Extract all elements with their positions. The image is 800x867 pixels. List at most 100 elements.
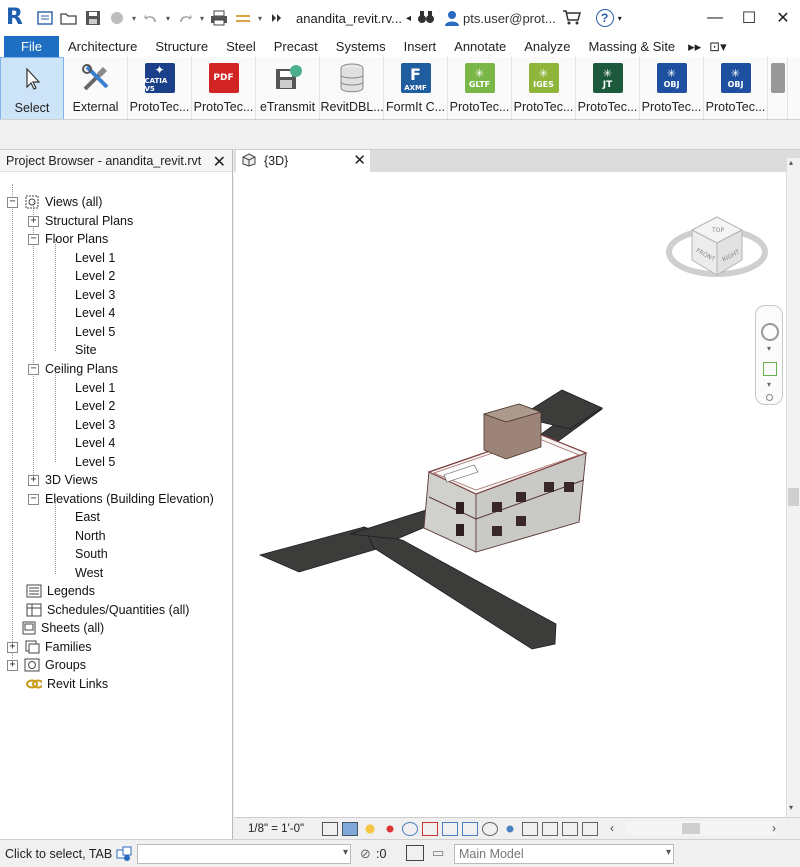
collapse-icon[interactable]: − xyxy=(28,233,39,245)
undo-icon[interactable] xyxy=(140,7,162,29)
tree-ceiling-level-5[interactable]: Level 5 xyxy=(75,453,115,471)
collapse-icon[interactable]: − xyxy=(7,196,18,208)
nav-options-icon[interactable] xyxy=(766,394,773,401)
tree-views-all[interactable]: − Views (all) xyxy=(7,193,102,211)
steering-wheel-icon[interactable] xyxy=(761,323,779,341)
tree-schedules[interactable]: Schedules/Quantities (all) xyxy=(26,601,189,619)
tree-families[interactable]: + Families xyxy=(7,638,92,656)
horizontal-scroll-thumb[interactable] xyxy=(682,823,700,834)
measure-dropdown-icon[interactable]: ▾ xyxy=(256,14,264,23)
more-export-button[interactable] xyxy=(768,57,788,119)
horizontal-scrollbar[interactable] xyxy=(626,821,776,835)
help-icon[interactable]: ? xyxy=(595,9,614,27)
cart-icon[interactable] xyxy=(562,9,582,28)
redo-icon[interactable] xyxy=(174,7,196,29)
jt-export-button[interactable]: ✳ JT ProtoTec... xyxy=(576,57,640,119)
shadows-icon[interactable] xyxy=(382,821,399,836)
tree-floor-site[interactable]: Site xyxy=(75,341,97,359)
tree-ceiling-level-3[interactable]: Level 3 xyxy=(75,416,115,434)
sync-dropdown-icon[interactable]: ▾ xyxy=(130,14,138,23)
tree-elevations[interactable]: − Elevations (Building Elevation) xyxy=(28,490,214,508)
tree-floor-level-5[interactable]: Level 5 xyxy=(75,323,115,341)
user-account[interactable]: pts.user@prot... xyxy=(445,10,556,26)
tree-ceiling-plans[interactable]: − Ceiling Plans xyxy=(28,360,118,378)
tree-elevation-west[interactable]: West xyxy=(75,564,103,582)
reveal-hidden-icon[interactable] xyxy=(502,821,519,836)
design-options-dropdown-icon[interactable]: ▭ xyxy=(432,845,444,861)
reveal-constraints-icon[interactable] xyxy=(582,821,599,836)
expand-icon[interactable]: + xyxy=(7,659,18,671)
detail-level-icon[interactable] xyxy=(322,821,339,836)
view-cube-top-label[interactable]: TOP xyxy=(711,227,724,234)
pdf-export-button[interactable]: PDF ProtoTec... xyxy=(192,57,256,119)
tree-ceiling-level-2[interactable]: Level 2 xyxy=(75,397,115,415)
tree-structural-plans[interactable]: + Structural Plans xyxy=(28,212,133,230)
tree-elevation-south[interactable]: South xyxy=(75,545,108,563)
render-icon[interactable] xyxy=(402,821,419,836)
vertical-scrollbar[interactable]: ▴ ▾ xyxy=(786,158,800,817)
temporary-hide-icon[interactable] xyxy=(482,821,499,836)
close-view-tab-icon[interactable]: ✕ xyxy=(353,151,366,169)
analytical-model-icon[interactable] xyxy=(542,821,559,836)
view-cube[interactable]: TOP FRONT RIGHT xyxy=(666,216,768,277)
formit-button[interactable]: F AXMF FormIt C... xyxy=(384,57,448,119)
drawing-canvas[interactable]: TOP FRONT RIGHT xyxy=(234,172,786,817)
expand-icon[interactable]: + xyxy=(7,641,18,653)
lock-view-icon[interactable] xyxy=(462,821,479,836)
design-option-combo[interactable]: Main Model ▾ xyxy=(454,844,674,864)
external-tools-button[interactable]: External xyxy=(64,57,128,119)
print-icon[interactable] xyxy=(208,7,230,29)
tab-systems[interactable]: Systems xyxy=(327,36,395,57)
crop-view-icon[interactable] xyxy=(422,821,439,836)
tree-ceiling-level-4[interactable]: Level 4 xyxy=(75,434,115,452)
maximize-button[interactable]: ☐ xyxy=(732,0,766,36)
binoculars-icon[interactable] xyxy=(417,9,435,28)
hscroll-right-icon[interactable]: › xyxy=(772,821,776,835)
redo-dropdown-icon[interactable]: ▾ xyxy=(198,14,206,23)
tab-steel[interactable]: Steel xyxy=(217,36,265,57)
measure-icon[interactable] xyxy=(232,7,254,29)
tree-floor-level-3[interactable]: Level 3 xyxy=(75,286,115,304)
scroll-up-icon[interactable]: ▴ xyxy=(789,158,793,167)
worksets-icon[interactable] xyxy=(116,846,132,862)
revitdblink-button[interactable]: RevitDBL... xyxy=(320,57,384,119)
workset-combo[interactable]: ▾ xyxy=(137,844,351,864)
open-folder-icon[interactable] xyxy=(58,7,80,29)
tree-groups[interactable]: + Groups xyxy=(7,656,86,674)
expand-icon[interactable]: + xyxy=(28,215,39,227)
tree-revit-links[interactable]: Revit Links xyxy=(26,675,108,693)
tree-floor-level-4[interactable]: Level 4 xyxy=(75,304,115,322)
scroll-down-icon[interactable]: ▾ xyxy=(789,803,793,812)
close-button[interactable]: ✕ xyxy=(766,0,800,36)
tree-ceiling-level-1[interactable]: Level 1 xyxy=(75,379,115,397)
iges-export-button[interactable]: ✳ IGES ProtoTec... xyxy=(512,57,576,119)
select-button[interactable]: Select xyxy=(0,57,64,119)
sun-path-icon[interactable] xyxy=(362,821,379,836)
undo-dropdown-icon[interactable]: ▾ xyxy=(164,14,172,23)
worksharing-icon[interactable] xyxy=(522,821,539,836)
collapse-icon[interactable]: − xyxy=(28,493,39,505)
editable-only-icon[interactable]: ⊘ xyxy=(360,846,371,862)
tab-massing-site[interactable]: Massing & Site xyxy=(579,36,684,57)
catia-export-button[interactable]: ✦ CATIA V5 ProtoTec... xyxy=(128,57,192,119)
ribbon-toggle-icon[interactable]: ⊡▾ xyxy=(705,36,730,57)
collapse-icon[interactable]: − xyxy=(28,363,39,375)
tree-legends[interactable]: Legends xyxy=(26,582,95,600)
tree-elevation-east[interactable]: East xyxy=(75,508,100,526)
tab-3d-view[interactable]: {3D} ✕ xyxy=(236,150,370,172)
gltf-export-button[interactable]: ✳ GLTF ProtoTec... xyxy=(448,57,512,119)
design-options-icon[interactable] xyxy=(406,845,424,861)
tab-structure[interactable]: Structure xyxy=(146,36,217,57)
etransmit-button[interactable]: eTransmit xyxy=(256,57,320,119)
tab-more-icon[interactable]: ▸▸ xyxy=(684,36,705,57)
show-crop-icon[interactable] xyxy=(442,821,459,836)
tree-floor-level-2[interactable]: Level 2 xyxy=(75,267,115,285)
more-icon[interactable] xyxy=(266,7,288,29)
project-browser-close-icon[interactable]: ✕ xyxy=(213,152,226,172)
minimize-button[interactable]: — xyxy=(698,0,732,36)
tree-elevation-north[interactable]: North xyxy=(75,527,106,545)
sync-icon[interactable] xyxy=(106,7,128,29)
obj-export-button[interactable]: ✳ OBJ ProtoTec... xyxy=(640,57,704,119)
visual-style-icon[interactable] xyxy=(342,821,359,836)
tree-sheets[interactable]: Sheets (all) xyxy=(22,619,104,637)
